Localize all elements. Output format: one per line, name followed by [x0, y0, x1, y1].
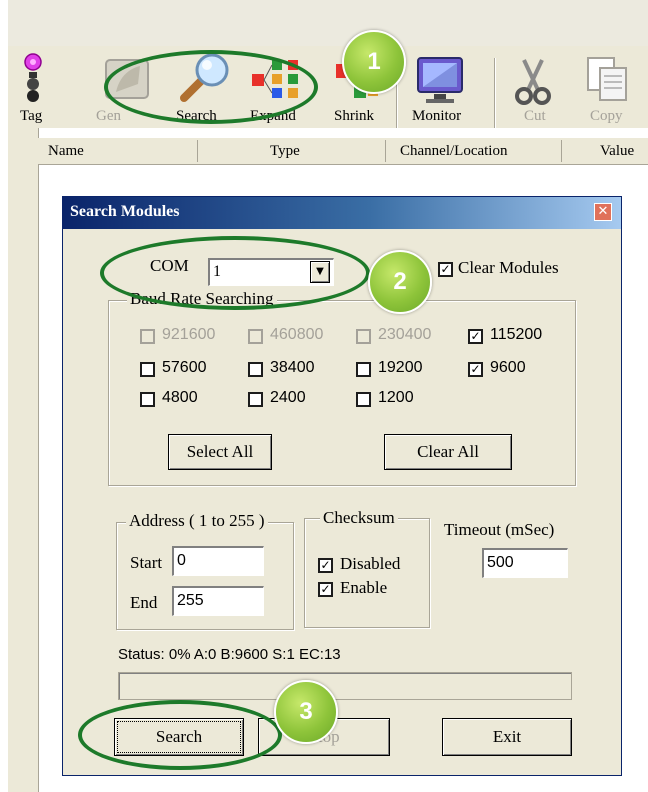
callout-ellipse-1 [104, 50, 318, 124]
timeout-input[interactable]: 500 [482, 548, 568, 578]
column-type[interactable]: Type [198, 140, 386, 162]
address-group-label: Address ( 1 to 255 ) [126, 511, 268, 531]
callout-ellipse-2 [100, 236, 370, 310]
baud-label-921600: 921600 [162, 326, 216, 343]
callout-badge-2: 2 [368, 250, 432, 314]
column-value[interactable]: Value [562, 140, 648, 162]
checksum-group-label: Checksum [320, 508, 398, 528]
start-address-input[interactable]: 0 [172, 546, 264, 576]
toolbar-label-shrink[interactable]: Shrink [334, 108, 374, 125]
tag-icon[interactable] [18, 52, 48, 104]
clear-modules-label: Clear Modules [458, 258, 559, 277]
select-all-button[interactable]: Select All [168, 434, 272, 470]
baud-label-9600: 9600 [490, 359, 526, 376]
copy-icon [587, 57, 627, 101]
toolbar-label-copy: Copy [590, 108, 623, 124]
baud-checkbox-38400[interactable] [248, 362, 263, 377]
baud-label-19200: 19200 [378, 359, 423, 376]
baud-checkbox-4800[interactable] [140, 392, 155, 407]
timeout-label: Timeout (mSec) [444, 520, 555, 539]
baud-label-2400: 2400 [270, 389, 306, 406]
checksum-enabled-checkbox[interactable]: ✓ [318, 582, 333, 597]
exit-button[interactable]: Exit [442, 718, 572, 756]
clear-all-button[interactable]: Clear All [384, 434, 512, 470]
status-text: Status: 0% A:0 B:9600 S:1 EC:13 [118, 646, 341, 663]
callout-ellipse-3 [78, 700, 282, 770]
column-channel-location[interactable]: Channel/Location [386, 140, 562, 162]
baud-label-230400: 230400 [378, 326, 432, 343]
close-icon[interactable]: ✕ [594, 203, 612, 221]
clear-modules-checkbox[interactable]: ✓ [438, 262, 453, 277]
tree-gutter [8, 128, 39, 792]
monitor-icon[interactable] [412, 54, 468, 106]
checksum-disabled-label: Disabled [340, 554, 401, 573]
baud-checkbox-9600[interactable]: ✓ [468, 362, 483, 377]
end-address-input[interactable]: 255 [172, 586, 264, 616]
checksum-enabled-label: Enable [340, 578, 388, 597]
baud-checkbox-1200[interactable] [356, 392, 371, 407]
callout-badge-3: 3 [274, 680, 338, 744]
toolbar-label-monitor[interactable]: Monitor [412, 108, 461, 125]
baud-label-4800: 4800 [162, 389, 198, 406]
baud-checkbox-2400[interactable] [248, 392, 263, 407]
baud-checkbox-460800 [248, 329, 263, 344]
baud-checkbox-921600 [140, 329, 155, 344]
baud-checkbox-115200[interactable]: ✓ [468, 329, 483, 344]
column-name[interactable]: Name [38, 140, 198, 162]
baud-checkbox-57600[interactable] [140, 362, 155, 377]
callout-badge-1: 1 [342, 30, 406, 94]
toolbar-separator [494, 58, 496, 128]
baud-label-115200: 115200 [490, 326, 543, 343]
search-progress-bar [118, 672, 572, 700]
baud-checkbox-19200[interactable] [356, 362, 371, 377]
baud-checkbox-230400 [356, 329, 371, 344]
baud-label-38400: 38400 [270, 359, 315, 376]
baud-label-57600: 57600 [162, 359, 207, 376]
baud-label-460800: 460800 [270, 326, 324, 343]
toolbar-label-cut: Cut [524, 108, 546, 124]
toolbar-label-tag[interactable]: Tag [20, 108, 42, 125]
checksum-disabled-checkbox[interactable]: ✓ [318, 558, 333, 573]
toolbar-label-gen: Gen [96, 108, 121, 124]
end-label: End [130, 593, 158, 612]
scissors-icon [515, 59, 551, 105]
menu-strip [8, 0, 648, 47]
dialog-title: Search Modules [70, 203, 180, 220]
baud-label-1200: 1200 [378, 389, 414, 406]
start-label: Start [130, 553, 163, 572]
